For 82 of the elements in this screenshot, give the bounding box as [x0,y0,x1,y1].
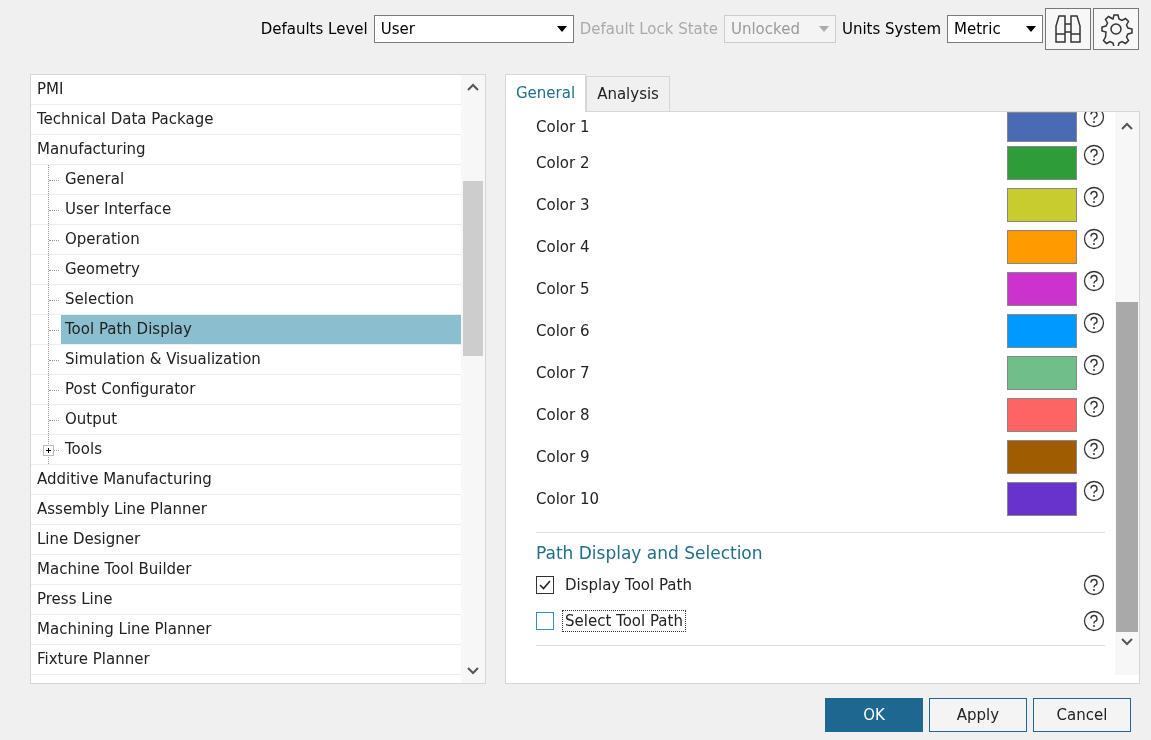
help-icon[interactable] [1083,354,1105,376]
settings-icon [1099,12,1133,46]
color-label: Color 10 [536,490,601,508]
tree-item[interactable]: Assembly Line Planner [31,495,461,525]
tree-item[interactable]: Technical Data Package [31,105,461,135]
checkbox[interactable] [536,612,554,630]
tree-item[interactable]: Tool Path Display [61,315,461,344]
scrollbar[interactable] [1115,112,1139,675]
help-icon[interactable] [1083,228,1105,250]
tree-item[interactable]: Operation [61,225,461,254]
checkbox[interactable] [536,576,554,594]
checkbox-label[interactable]: Display Tool Path [562,574,695,596]
caret-icon [556,26,567,32]
color-label: Color 9 [536,448,591,466]
color-swatch[interactable] [1007,146,1077,180]
color-label: Color 2 [536,154,591,172]
field-label: Default Lock State [579,20,718,38]
scroll-thumb[interactable] [1116,302,1138,632]
color-label: Color 5 [536,280,591,298]
help-icon[interactable] [1083,144,1105,166]
binoculars-button[interactable] [1045,8,1091,50]
expand-icon[interactable] [43,445,54,456]
color-swatch[interactable] [1007,482,1077,516]
dialog-button[interactable]: Cancel [1033,698,1131,732]
help-icon[interactable] [1083,610,1105,632]
tree-item[interactable]: Additive Manufacturing [31,465,461,495]
field-label: Defaults Level [260,20,368,38]
tree-item[interactable]: PMI [31,75,461,105]
help-icon[interactable] [1083,186,1105,208]
tree-item[interactable]: Manufacturing [31,135,461,165]
field-label: Units System [841,20,941,38]
color-label: Color 1 [536,118,591,136]
help-icon[interactable] [1083,112,1105,128]
tree-item[interactable]: Line Designer [31,525,461,555]
help-icon[interactable] [1083,312,1105,334]
tree-item[interactable]: Selection [61,285,461,314]
color-swatch[interactable] [1007,112,1077,142]
scroll-up-icon[interactable] [467,83,479,91]
tree-item[interactable]: Press Line [31,585,461,615]
caret-icon [818,26,829,32]
help-icon[interactable] [1083,480,1105,502]
dialog-button[interactable]: Apply [929,698,1027,732]
color-label: Color 8 [536,406,591,424]
settings-button[interactable] [1093,8,1139,50]
help-icon[interactable] [1083,396,1105,418]
tree-item[interactable]: User Interface [61,195,461,224]
color-swatch[interactable] [1007,440,1077,474]
help-icon[interactable] [1083,438,1105,460]
dropdown[interactable]: Metric [947,15,1043,43]
color-label: Color 7 [536,364,591,382]
scrollbar[interactable] [461,75,485,683]
tree-item[interactable]: Simulation & Visualization [61,345,461,374]
tab[interactable]: General [505,74,587,112]
color-swatch[interactable] [1007,398,1077,432]
color-label: Color 6 [536,322,591,340]
checkbox-label[interactable]: Select Tool Path [562,610,686,632]
section-title: Path Display and Selection [536,542,764,565]
help-icon[interactable] [1083,574,1105,596]
color-swatch[interactable] [1007,188,1077,222]
caret-icon [1026,26,1036,32]
tree-item[interactable]: Tools [61,435,461,464]
tree-item[interactable]: Fixture Planner [31,645,461,675]
color-label: Color 4 [536,238,591,256]
color-swatch[interactable] [1007,314,1077,348]
tree-item[interactable]: General [61,165,461,194]
help-icon[interactable] [1083,270,1105,292]
color-swatch[interactable] [1007,356,1077,390]
tree-item[interactable]: Machining Line Planner [31,615,461,645]
tree-item[interactable]: Geometry [61,255,461,284]
tab[interactable]: Analysis [586,76,670,111]
tree-item[interactable]: Machine Tool Builder [31,555,461,585]
scroll-up-icon[interactable] [1121,122,1133,130]
color-swatch[interactable] [1007,272,1077,306]
color-swatch[interactable] [1007,230,1077,264]
scroll-down-icon[interactable] [467,667,479,675]
tree-item[interactable]: Output [61,405,461,434]
dropdown[interactable]: User [373,15,574,43]
scroll-thumb[interactable] [463,181,483,356]
tree-item[interactable]: Post Configurator [61,375,461,404]
dialog-button[interactable]: OK [825,698,923,732]
color-label: Color 3 [536,196,591,214]
scroll-down-icon[interactable] [1121,638,1133,646]
